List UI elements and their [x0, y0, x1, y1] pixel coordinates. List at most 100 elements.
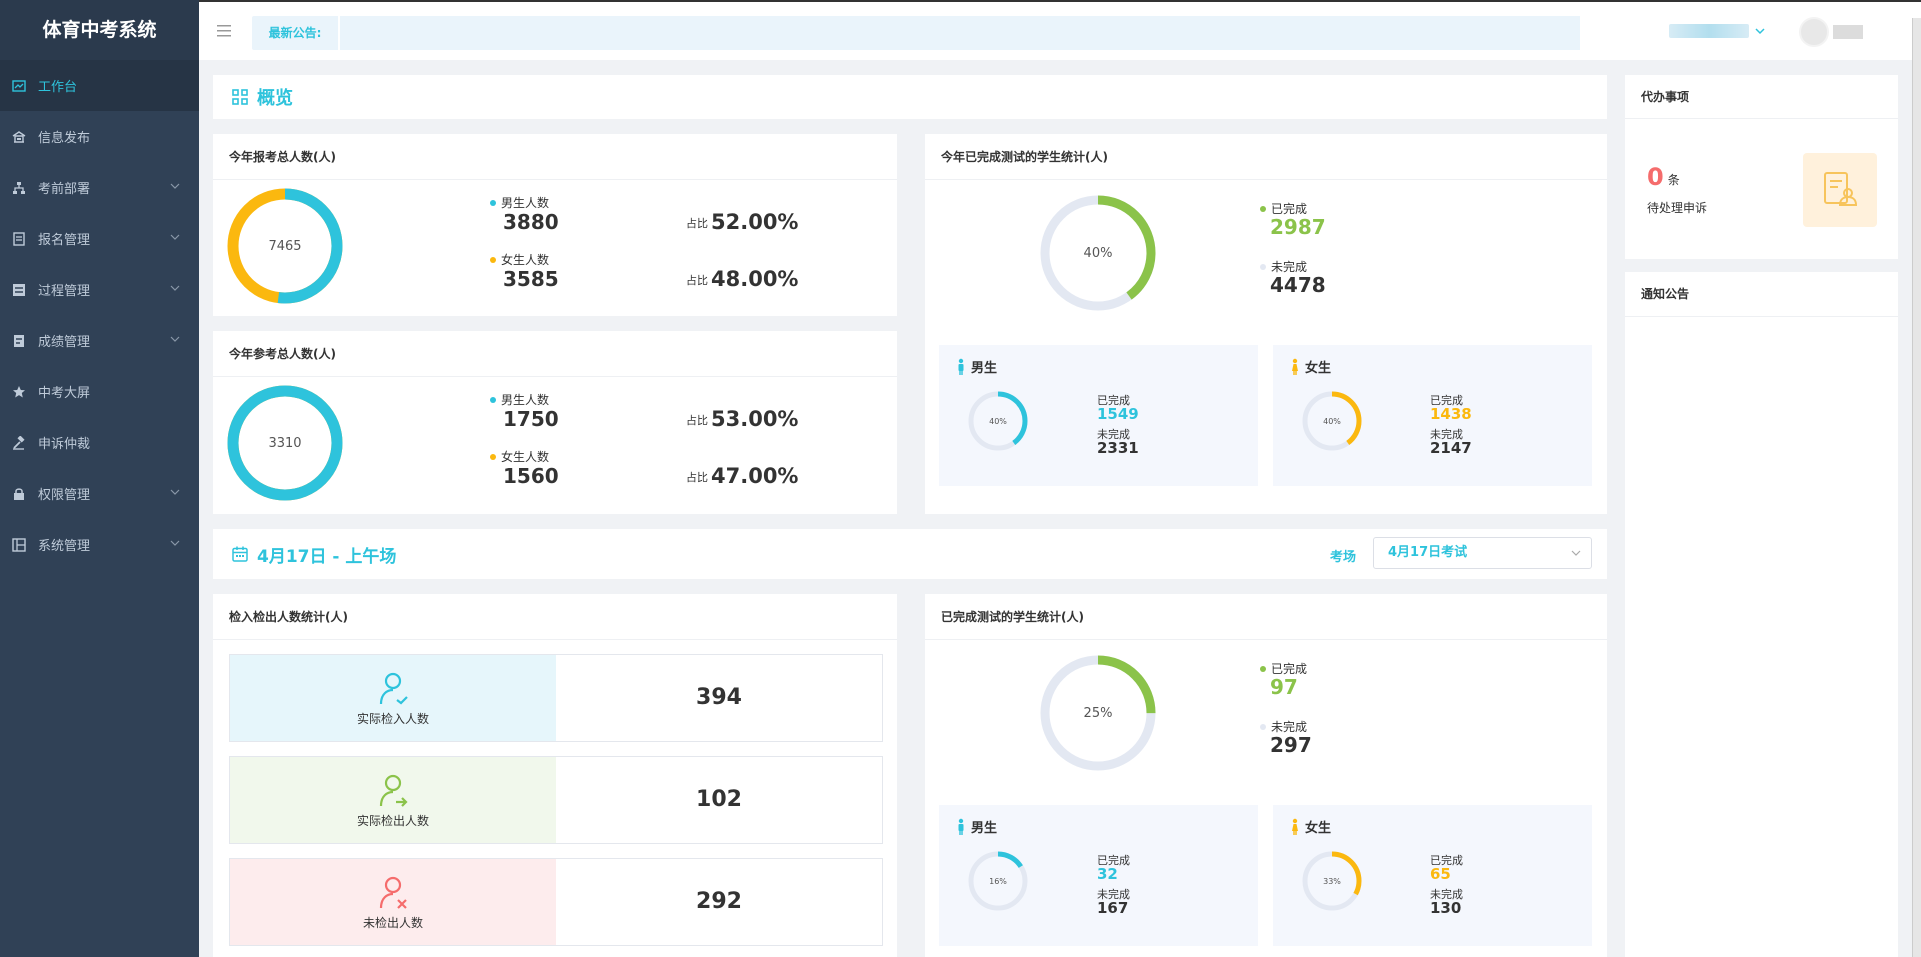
- notice-field[interactable]: [338, 16, 1580, 50]
- sidebar-item-label: 成绩管理: [38, 335, 91, 350]
- panel-title-text: 男生: [971, 361, 998, 376]
- done-dot: [1260, 205, 1266, 212]
- year-completed-percent: 40%: [1084, 246, 1113, 261]
- registered-male-ratio: 占比 52.00%: [686, 210, 798, 234]
- sidebar-item-9[interactable]: 系统管理: [0, 519, 199, 570]
- avatar[interactable]: [1799, 17, 1829, 47]
- sidebar-item-label: 权限管理: [38, 488, 91, 503]
- session-completed-percent: 25%: [1084, 706, 1113, 721]
- sidebar-item-2[interactable]: 考前部署: [0, 162, 199, 213]
- participating-card: 今年参考总人数(人) 3310 男生人数 1750 女生人数 1560 占比 53…: [213, 331, 897, 514]
- year-female-title: 女生: [1289, 357, 1331, 376]
- sitemap-icon: [13, 181, 25, 194]
- apps-icon: [232, 89, 248, 105]
- checkin-row-missing: 未检出人数 292: [229, 858, 883, 946]
- chevron-down-icon: [170, 285, 180, 291]
- sidebar-item-3[interactable]: 报名管理: [0, 213, 199, 264]
- session-completed-card: 已完成测试的学生统计(人) 25% 已完成 97 未完成 297 男生 16% …: [925, 594, 1607, 957]
- female-dot: [490, 256, 496, 263]
- sidebar: 体育中考系统 工作台信息发布 考前部署 报名管理过程管理成绩管理中考大屏申诉仲裁权限…: [0, 0, 199, 957]
- participating-title: 今年参考总人数(人): [213, 331, 897, 377]
- session-completed-title: 已完成测试的学生统计(人): [925, 594, 1607, 640]
- checkin-missing-label: 未检出人数: [362, 915, 423, 930]
- venue-select[interactable]: 4月17日考试: [1373, 537, 1592, 569]
- chevron-down-icon: [170, 489, 180, 495]
- male-person-icon: [958, 358, 964, 375]
- year-done-value: 2987: [1270, 215, 1326, 239]
- overview-title: 概览: [257, 88, 293, 109]
- user-checkout-icon: [379, 774, 408, 807]
- grid-icon: [12, 537, 26, 552]
- appeal-document-icon: [1824, 172, 1858, 206]
- panel-title-text: 男生: [971, 821, 998, 836]
- year-male-percent: 40%: [989, 417, 1007, 426]
- todo-count-wrap: 0 条: [1647, 163, 1680, 191]
- undone-dot: [1260, 263, 1266, 270]
- year-male-done-value: 1549: [1097, 405, 1139, 423]
- todo-desc: 待处理申诉: [1647, 201, 1708, 215]
- ratio-value: 47.00%: [711, 464, 799, 488]
- sidebar-item-label: 中考大屏: [38, 386, 91, 401]
- todo-title: 代办事项: [1625, 75, 1898, 119]
- todo-count[interactable]: 0: [1647, 163, 1664, 191]
- sidebar-item-4[interactable]: 过程管理: [0, 264, 199, 315]
- score-icon: [14, 334, 24, 347]
- female-dot: [490, 453, 496, 460]
- sidebar-item-label: 过程管理: [38, 284, 91, 299]
- ratio-value: 52.00%: [711, 210, 799, 234]
- user-menu[interactable]: [1669, 24, 1749, 38]
- panel-title-text: 女生: [1305, 361, 1332, 376]
- announcements-card: 通知公告: [1625, 272, 1898, 957]
- chevron-down-icon: [170, 336, 180, 342]
- sidebar-item-label: 申诉仲裁: [38, 437, 91, 452]
- session-female-undone-value: 130: [1430, 899, 1462, 917]
- appeal-tile[interactable]: [1803, 153, 1877, 227]
- user-checkin-icon: [379, 672, 408, 704]
- session-male-undone-value: 167: [1097, 899, 1129, 917]
- top-bar: 最新公告:: [199, 0, 1921, 60]
- session-undone-value: 297: [1270, 733, 1312, 757]
- chevron-down-icon: [170, 540, 180, 546]
- label-text: 女生人数: [501, 253, 550, 267]
- page-scrollbar[interactable]: [1912, 18, 1921, 957]
- year-male-panel: 男生 40% 已完成 1549 未完成 2331: [939, 345, 1258, 486]
- sidebar-item-5[interactable]: 成绩管理: [0, 315, 199, 366]
- hamburger-icon[interactable]: [217, 24, 233, 38]
- sidebar-item-7[interactable]: 申诉仲裁: [0, 417, 199, 468]
- list-icon: [13, 283, 25, 296]
- undone-dot: [1260, 723, 1266, 730]
- gavel-icon: [13, 435, 25, 450]
- sidebar-item-0[interactable]: 工作台: [0, 60, 199, 111]
- session-male-title: 男生: [955, 817, 997, 836]
- sidebar-item-1[interactable]: 信息发布: [0, 111, 199, 162]
- chevron-down-icon[interactable]: [1755, 26, 1765, 36]
- session-female-title: 女生: [1289, 817, 1331, 836]
- sidebar-item-8[interactable]: 权限管理: [0, 468, 199, 519]
- checkin-row-left: 未检出人数: [230, 859, 556, 945]
- year-male-donut: 40%: [968, 391, 1028, 451]
- registered-donut: 7465: [227, 188, 343, 304]
- ratio-label: 占比: [686, 217, 708, 230]
- participating-male-label: 男生人数: [490, 391, 549, 408]
- chevron-down-icon: [170, 234, 180, 240]
- label-text: 男生人数: [501, 393, 550, 407]
- year-female-percent: 40%: [1323, 417, 1341, 426]
- checkin-row-left: 实际检出人数: [230, 757, 556, 843]
- session-female-done-value: 65: [1430, 865, 1451, 883]
- app-logo: 体育中考系统: [0, 0, 199, 60]
- year-completed-title: 今年已完成测试的学生统计(人): [925, 134, 1607, 180]
- session-done-value: 97: [1270, 675, 1298, 699]
- notice-label: 最新公告:: [268, 26, 322, 40]
- sidebar-item-label: 工作台: [38, 80, 78, 95]
- participating-male-value: 1750: [503, 407, 559, 431]
- year-male-undone-value: 2331: [1097, 439, 1139, 457]
- participating-total: 3310: [268, 436, 301, 451]
- session-female-percent: 33%: [1323, 877, 1341, 886]
- year-completed-card: 今年已完成测试的学生统计(人) 40% 已完成 2987 未完成 4478 男生…: [925, 134, 1607, 514]
- sidebar-item-label: 系统管理: [38, 539, 91, 554]
- checkin-out-label: 实际检出人数: [356, 813, 429, 828]
- male-person-icon: [958, 818, 964, 835]
- sidebar-item-6[interactable]: 中考大屏: [0, 366, 199, 417]
- session-male-donut: 16%: [968, 851, 1028, 911]
- ratio-label: 占比: [686, 471, 708, 484]
